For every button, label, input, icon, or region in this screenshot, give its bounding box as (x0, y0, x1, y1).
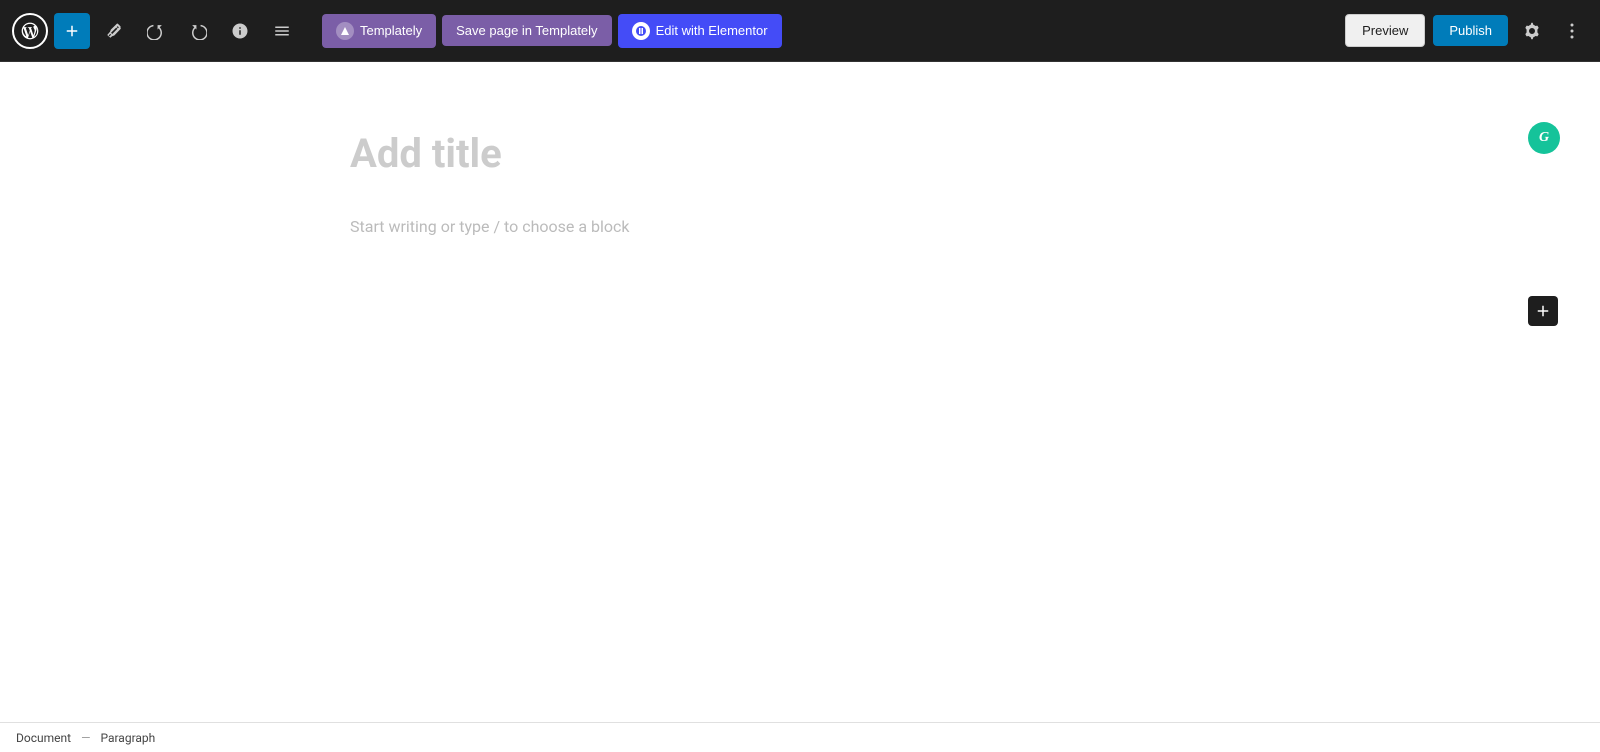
publish-label: Publish (1449, 23, 1492, 38)
edit-elementor-button[interactable]: Edit with Elementor (618, 14, 782, 48)
title-input[interactable]: Add title (350, 122, 1250, 185)
templately-icon (336, 22, 354, 40)
details-button[interactable] (222, 13, 258, 49)
bottom-bar-separator: — (81, 731, 90, 745)
templately-button[interactable]: Templately (322, 14, 436, 48)
grammarly-letter: G (1539, 130, 1549, 146)
settings-button[interactable] (1516, 15, 1548, 47)
document-label[interactable]: Document (16, 731, 71, 745)
grammarly-button[interactable]: G (1528, 122, 1560, 154)
bottom-bar: Document — Paragraph (0, 722, 1600, 752)
toolbar-right: Preview Publish (1345, 14, 1588, 47)
list-view-button[interactable] (264, 13, 300, 49)
wordpress-logo[interactable] (12, 13, 48, 49)
templately-label: Templately (360, 23, 422, 38)
redo-button[interactable] (180, 13, 216, 49)
editor-area: Add title Start writing or type / to cho… (0, 62, 1600, 722)
tools-button[interactable] (96, 13, 132, 49)
elementor-label: Edit with Elementor (656, 23, 768, 38)
add-block-toolbar-button[interactable] (54, 13, 90, 49)
toolbar: Templately Save page in Templately Edit … (0, 0, 1600, 62)
editor-content: Add title Start writing or type / to cho… (350, 62, 1250, 296)
bottom-bar-content: Document — Paragraph (16, 731, 155, 745)
preview-button[interactable]: Preview (1345, 14, 1425, 47)
elementor-icon (632, 22, 650, 40)
save-templately-label: Save page in Templately (456, 23, 597, 38)
preview-label: Preview (1362, 23, 1408, 38)
toolbar-center: Templately Save page in Templately Edit … (322, 14, 782, 48)
block-label[interactable]: Paragraph (100, 731, 155, 745)
body-input[interactable]: Start writing or type / to choose a bloc… (350, 217, 1250, 236)
add-block-floating-button[interactable] (1528, 296, 1558, 326)
more-options-button[interactable] (1556, 15, 1588, 47)
undo-button[interactable] (138, 13, 174, 49)
save-page-templately-button[interactable]: Save page in Templately (442, 15, 611, 46)
publish-button[interactable]: Publish (1433, 15, 1508, 46)
floating-icons: G (1528, 122, 1560, 326)
